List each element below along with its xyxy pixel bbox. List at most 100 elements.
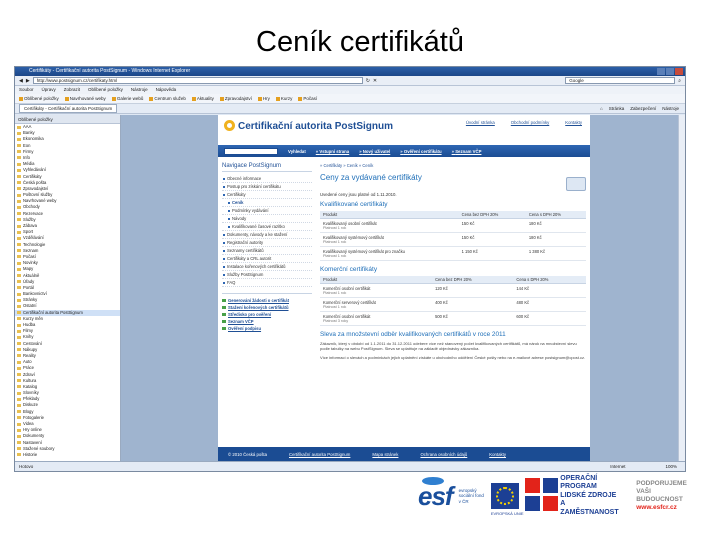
breadcrumb[interactable]: » Certifikáty » Ceník » Ceník xyxy=(320,163,586,168)
esf-text: esf xyxy=(418,480,454,511)
left-nav-list: Obecné informace Postup pro získání certi… xyxy=(222,175,312,287)
menu-file[interactable]: Soubor xyxy=(19,86,34,94)
vertical-scrollbar[interactable] xyxy=(678,115,685,461)
menu-help[interactable]: Nápověda xyxy=(156,86,177,94)
command-tools[interactable]: Nástroje xyxy=(662,106,679,111)
favorites-item[interactable]: Zpravodajství xyxy=(220,94,252,103)
menu-tools[interactable]: Nástroje xyxy=(131,86,148,94)
col-gross: Cena s DPH 20% xyxy=(513,276,586,284)
menu-view[interactable]: Zobrazit xyxy=(64,86,80,94)
link-home[interactable]: Úvodní stránka xyxy=(466,120,495,125)
section-discount: Sleva za množstevní odběr kvalifikovanýc… xyxy=(320,331,506,338)
command-page[interactable]: Stránka xyxy=(609,106,625,111)
menu-favorites[interactable]: Oblíbené položky xyxy=(88,86,123,94)
favorites-sidebar: Oblíbené položky AAA Banky Ekonomika Eon Fir… xyxy=(15,115,121,461)
page-viewport: Certifikační autorita PostSignum Úvodní … xyxy=(121,115,685,461)
nav-link[interactable]: Vstupní strana xyxy=(316,149,349,154)
favorites-item[interactable]: Počasí xyxy=(298,94,317,103)
footer-link[interactable]: Certifikační autorita PostSignum xyxy=(289,452,350,457)
link-terms[interactable]: Obchodní podmínky xyxy=(511,120,549,125)
col-gross: Cena s DPH 20% xyxy=(525,211,586,219)
forward-icon[interactable]: ▶ xyxy=(26,78,30,84)
table-row: Komerční osobní certifikát Platnost 1 rok… xyxy=(320,283,586,298)
tab-bar: Certifikáty - Certifikační autorita Post… xyxy=(15,104,685,114)
product-note: Platnost 1 rok xyxy=(323,240,347,244)
left-nav-item[interactable]: Postup pro získání certifikátu xyxy=(222,183,312,191)
footer-link[interactable]: Ochrana osobních údajů xyxy=(420,452,467,457)
address-bar[interactable]: http://www.postsignum.cz/certifikaty.htm… xyxy=(32,77,363,84)
footer-link[interactable]: Kontakty xyxy=(489,452,506,457)
main-content: » Certifikáty » Ceník » Ceník Ceny za vy… xyxy=(320,163,586,363)
left-nav-item[interactable]: Seznamy certifikátů xyxy=(222,247,312,255)
command-security[interactable]: Zabezpečení xyxy=(630,106,656,111)
left-nav-item[interactable]: FAQ xyxy=(222,279,312,287)
left-nav-item[interactable]: Podmínky vydávání xyxy=(222,207,312,215)
sidebar-item[interactable]: Historie xyxy=(15,452,120,458)
left-nav-item[interactable]: Instalace kořenových certifikátů xyxy=(222,263,312,271)
left-nav-item[interactable]: Certifikáty xyxy=(222,191,312,199)
back-icon[interactable]: ◀ xyxy=(19,78,23,84)
discount-paragraph: Zákazník, který v období od 1.1.2011 do … xyxy=(320,341,577,352)
maximize-button[interactable] xyxy=(666,68,674,75)
net-price: 150 Kč xyxy=(458,218,526,233)
nav-link[interactable]: Nový uživatel xyxy=(359,149,390,154)
link-contacts[interactable]: Kontakty xyxy=(565,120,582,125)
esf-subtitle: evropský sociální fond v ČR xyxy=(458,487,484,504)
product-note: Platnost 1 rok xyxy=(323,305,347,309)
slide-title: Ceník certifikátů xyxy=(256,26,464,58)
product-cell: Komerční osobní certifikát Platnost 3 rok… xyxy=(320,311,433,326)
left-nav-item[interactable]: Návody xyxy=(222,215,312,223)
postsignum-logo[interactable]: Certifikační autorita PostSignum xyxy=(224,120,393,132)
favorites-item[interactable]: Galerie webů xyxy=(112,94,144,103)
home-icon[interactable]: ⌂ xyxy=(600,106,603,111)
nav-link[interactable]: Ověření certifikátu xyxy=(400,149,442,154)
left-nav-item[interactable]: Obecné informace xyxy=(222,175,312,183)
sidebar-header: Oblíbené položky xyxy=(15,115,120,124)
eu-label: EVROPSKÁ UNIE xyxy=(490,511,524,516)
favorites-item[interactable]: Navrhované weby xyxy=(65,94,106,103)
nav-link[interactable]: Seznam VČP xyxy=(452,149,481,154)
favorites-item[interactable]: Aktuality xyxy=(192,94,214,103)
product-note: Platnost 1 rok xyxy=(323,254,347,258)
footer-link[interactable]: Mapa stránek xyxy=(372,452,398,457)
left-nav-item[interactable]: Ceník xyxy=(222,199,312,207)
site-search-button[interactable]: Vyhledat xyxy=(288,149,306,154)
oplzz-line: A ZAMĚSTNANOST xyxy=(560,500,619,516)
commercial-price-table: Produkt Cena bez DPH 20% Cena s DPH 20% … xyxy=(320,276,586,326)
oplzz-line: OPERAČNÍ PROGRAM xyxy=(560,474,598,491)
left-nav-item[interactable]: Dokumenty, návody a ke stažení xyxy=(222,231,312,239)
table-row: Kvalifikovaný systémový certifikát Platno… xyxy=(320,232,586,247)
refresh-icon[interactable]: ↻ xyxy=(366,78,370,84)
gross-price: 180 Kč xyxy=(525,218,586,233)
product-note: Platnost 3 roky xyxy=(323,319,349,323)
favorites-item[interactable]: Kurzy xyxy=(276,94,293,103)
search-input[interactable]: Google xyxy=(565,77,676,84)
quick-link[interactable]: Středisko pro ověření xyxy=(222,311,312,318)
favorites-bar: Oblíbené položky Navrhované weby Galerie… xyxy=(15,94,685,104)
web-page: Certifikační autorita PostSignum Úvodní … xyxy=(218,115,590,461)
net-price: 120 Kč xyxy=(432,283,514,298)
section-qualified: Kvalifikované certifikáty xyxy=(320,201,388,208)
search-icon[interactable]: ⌕ xyxy=(678,78,681,84)
left-nav-item[interactable]: Registrační autority xyxy=(222,239,312,247)
favorites-item[interactable]: Oblíbené položky xyxy=(19,94,59,103)
left-nav-item[interactable]: Služby PostSignum xyxy=(222,271,312,279)
close-button[interactable] xyxy=(675,68,683,75)
site-search-input[interactable] xyxy=(224,147,278,155)
quick-link[interactable]: Stažení kořenových certifikátů xyxy=(222,304,312,311)
stop-icon[interactable]: ✕ xyxy=(373,78,377,84)
left-nav-item[interactable]: Certifikáty a CRL autorit xyxy=(222,255,312,263)
menu-edit[interactable]: Úpravy xyxy=(42,86,56,94)
quick-link[interactable]: Seznam VČP xyxy=(222,318,312,325)
certificate-seal-icon xyxy=(566,177,586,191)
favorites-item[interactable]: Hry xyxy=(258,94,270,103)
quick-link[interactable]: Ověření podpisu xyxy=(222,325,312,332)
tab-certifikaty[interactable]: Certifikáty - Certifikační autorita Post… xyxy=(19,104,118,113)
quick-link[interactable]: Generování žádosti o certifikát xyxy=(222,297,312,304)
favorites-item[interactable]: Centrum služeb xyxy=(149,94,186,103)
left-nav-item[interactable]: Kvalifikované časové razítko xyxy=(222,223,312,231)
zoom-level[interactable]: 100% xyxy=(665,462,677,471)
col-product: Produkt xyxy=(320,211,459,219)
minimize-button[interactable] xyxy=(657,68,665,75)
product-cell: Komerční serverový certifikát Platnost 1 … xyxy=(320,297,433,312)
